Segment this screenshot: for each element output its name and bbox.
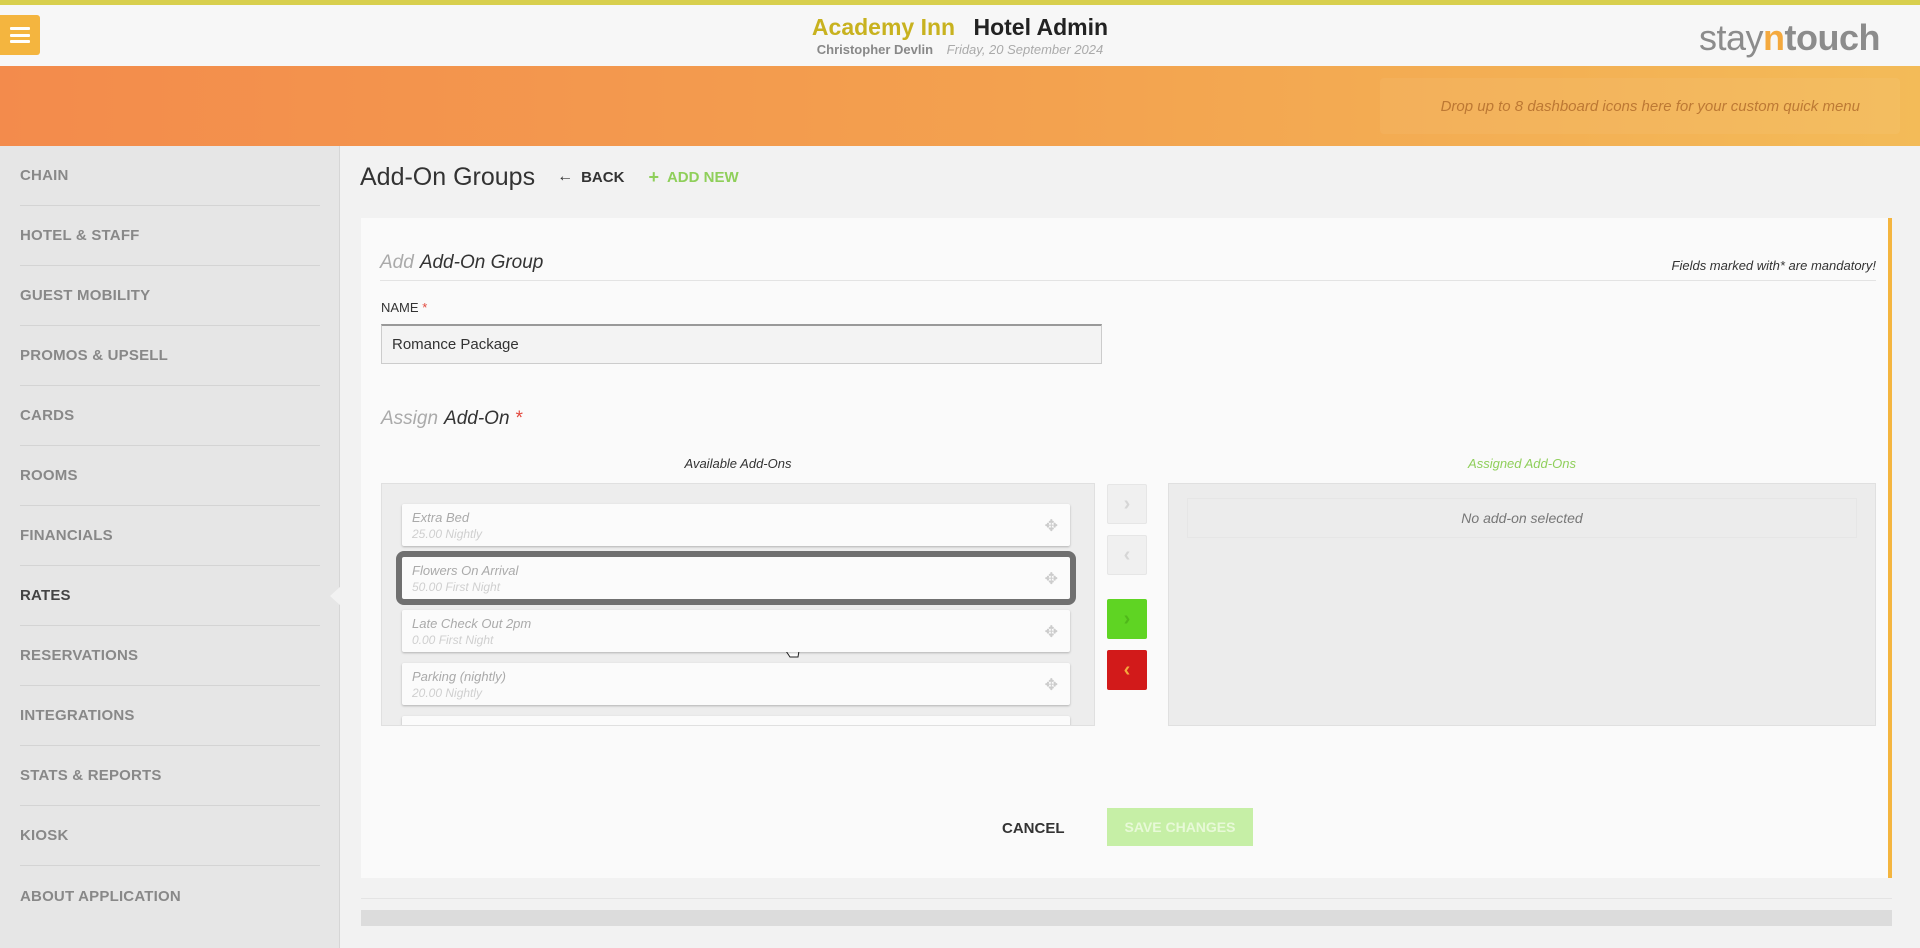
required-mark: * (422, 300, 428, 315)
assign-header: Assign Add-On * (381, 408, 522, 430)
current-date: Friday, 20 September 2024 (946, 42, 1104, 57)
unassign-selected-button[interactable]: ‹ (1107, 535, 1147, 575)
chevron-right-icon: › (1123, 492, 1131, 515)
sidebar-item-kiosk[interactable]: KIOSK (20, 806, 320, 866)
divider (361, 898, 1892, 899)
drag-handle-icon[interactable]: ✥ (1045, 622, 1058, 642)
sidebar: CHAIN HOTEL & STAFF GUEST MOBILITY PROMO… (0, 146, 341, 948)
sidebar-item-reservations[interactable]: RESERVATIONS (20, 626, 320, 686)
addon-item[interactable]: Flowers On Arrival 50.00 First Night ✥ (396, 551, 1076, 658)
unassign-all-button[interactable]: ‹ (1107, 650, 1147, 690)
cancel-button[interactable]: CANCEL (1002, 809, 1065, 847)
sidebar-item-guest-mobility[interactable]: GUEST MOBILITY (20, 266, 320, 326)
available-addons-list[interactable]: Extra Bed 25.00 Nightly ✥ Flowers On Arr… (381, 483, 1095, 726)
plus-icon: + (648, 166, 659, 187)
drag-handle-icon[interactable]: ✥ (1045, 675, 1058, 695)
sidebar-item-cards[interactable]: CARDS (20, 386, 320, 446)
app-name: Hotel Admin (973, 14, 1109, 40)
page-title: Add-On Groups (360, 162, 536, 191)
addon-item[interactable]: Late Check Out 2pm 0.00 First Night ✥ (402, 610, 1070, 652)
sidebar-item-rooms[interactable]: ROOMS (20, 446, 320, 506)
save-changes-button[interactable]: SAVE CHANGES (1107, 808, 1253, 846)
required-mark: * (514, 408, 523, 429)
sidebar-item-integrations[interactable]: INTEGRATIONS (20, 686, 320, 746)
add-on-group-form: Add Add-On Group Fields marked with* are … (361, 218, 1892, 878)
sidebar-item-stats-reports[interactable]: STATS & REPORTS (20, 746, 320, 806)
addon-price: 50.00 First Night (412, 580, 501, 594)
dropzone-hint: Drop up to 8 dashboard icons here for yo… (1440, 97, 1860, 115)
active-item-pointer-icon (330, 586, 341, 606)
addon-price: 25.00 Nightly (412, 527, 483, 541)
addon-price: 20.00 Nightly (412, 686, 483, 700)
sidebar-item-financials[interactable]: FINANCIALS (20, 506, 320, 566)
stayntouch-logo: stayntouch (1698, 17, 1881, 58)
drag-handle-icon[interactable]: ✥ (1045, 516, 1058, 536)
assigned-addons-list[interactable]: No add-on selected (1168, 483, 1876, 726)
form-header-title: Add-On Group (419, 252, 544, 273)
form-header: Add Add-On Group Fields marked with* are … (380, 252, 1876, 281)
name-input[interactable] (381, 324, 1102, 364)
add-new-label: ADD NEW (666, 168, 739, 186)
user-name: Christopher Devlin (816, 42, 934, 57)
addon-item[interactable]: Extra Bed 25.00 Nightly ✥ (402, 504, 1070, 546)
quick-menu-dropzone[interactable]: Drop up to 8 dashboard icons here for yo… (1380, 78, 1900, 134)
sidebar-item-promos-upsell[interactable]: PROMOS & UPSELL (20, 326, 320, 386)
chevron-left-icon: ‹ (1123, 658, 1131, 681)
name-label: NAME * (381, 300, 428, 315)
app-header: Academy Inn Hotel Admin Christopher Devl… (0, 5, 1920, 66)
sidebar-item-rates[interactable]: RATES (20, 566, 320, 626)
assign-header-lead: Assign (381, 408, 439, 429)
chevron-right-icon: › (1123, 607, 1131, 630)
chevron-left-icon: ‹ (1123, 543, 1131, 566)
sidebar-item-about-application[interactable]: ABOUT APPLICATION (20, 866, 320, 926)
addon-item[interactable]: Parking (nightly) 20.00 Nightly ✥ (402, 663, 1070, 705)
assigned-addons-title: Assigned Add-Ons (1468, 456, 1576, 471)
hotel-name: Academy Inn (811, 14, 956, 40)
assign-selected-button[interactable]: › (1107, 484, 1147, 524)
mandatory-note: Fields marked with* are mandatory! (1671, 258, 1876, 273)
addon-name: Flowers On Arrival (412, 563, 519, 578)
sidebar-item-chain[interactable]: CHAIN (20, 146, 320, 206)
back-arrow-icon: ← (557, 168, 574, 185)
header-title-block: Academy Inn Hotel Admin Christopher Devl… (0, 14, 1920, 57)
available-addons-title: Available Add-Ons (684, 456, 792, 471)
add-new-button[interactable]: + ADD NEW (648, 167, 738, 188)
back-label: BACK (581, 168, 625, 186)
addon-item-partial[interactable] (402, 716, 1070, 725)
no-addon-selected-note: No add-on selected (1187, 498, 1857, 538)
addon-price: 0.00 First Night (412, 633, 494, 647)
assign-header-title: Add-On (444, 408, 510, 429)
addon-name: Parking (nightly) (412, 669, 506, 684)
horizontal-scrollbar[interactable] (361, 910, 1892, 926)
drag-handle-icon[interactable]: ✥ (1045, 569, 1058, 589)
quick-menu-banner: Drop up to 8 dashboard icons here for yo… (0, 66, 1920, 146)
assign-all-button[interactable]: › (1107, 599, 1147, 639)
addon-name: Late Check Out 2pm (412, 616, 532, 631)
form-header-lead: Add (380, 252, 414, 273)
sidebar-item-hotel-staff[interactable]: HOTEL & STAFF (20, 206, 320, 266)
back-button[interactable]: ← BACK (557, 168, 624, 186)
page-title-row: Add-On Groups ← BACK + ADD NEW (360, 160, 739, 194)
addon-name: Extra Bed (412, 510, 470, 525)
